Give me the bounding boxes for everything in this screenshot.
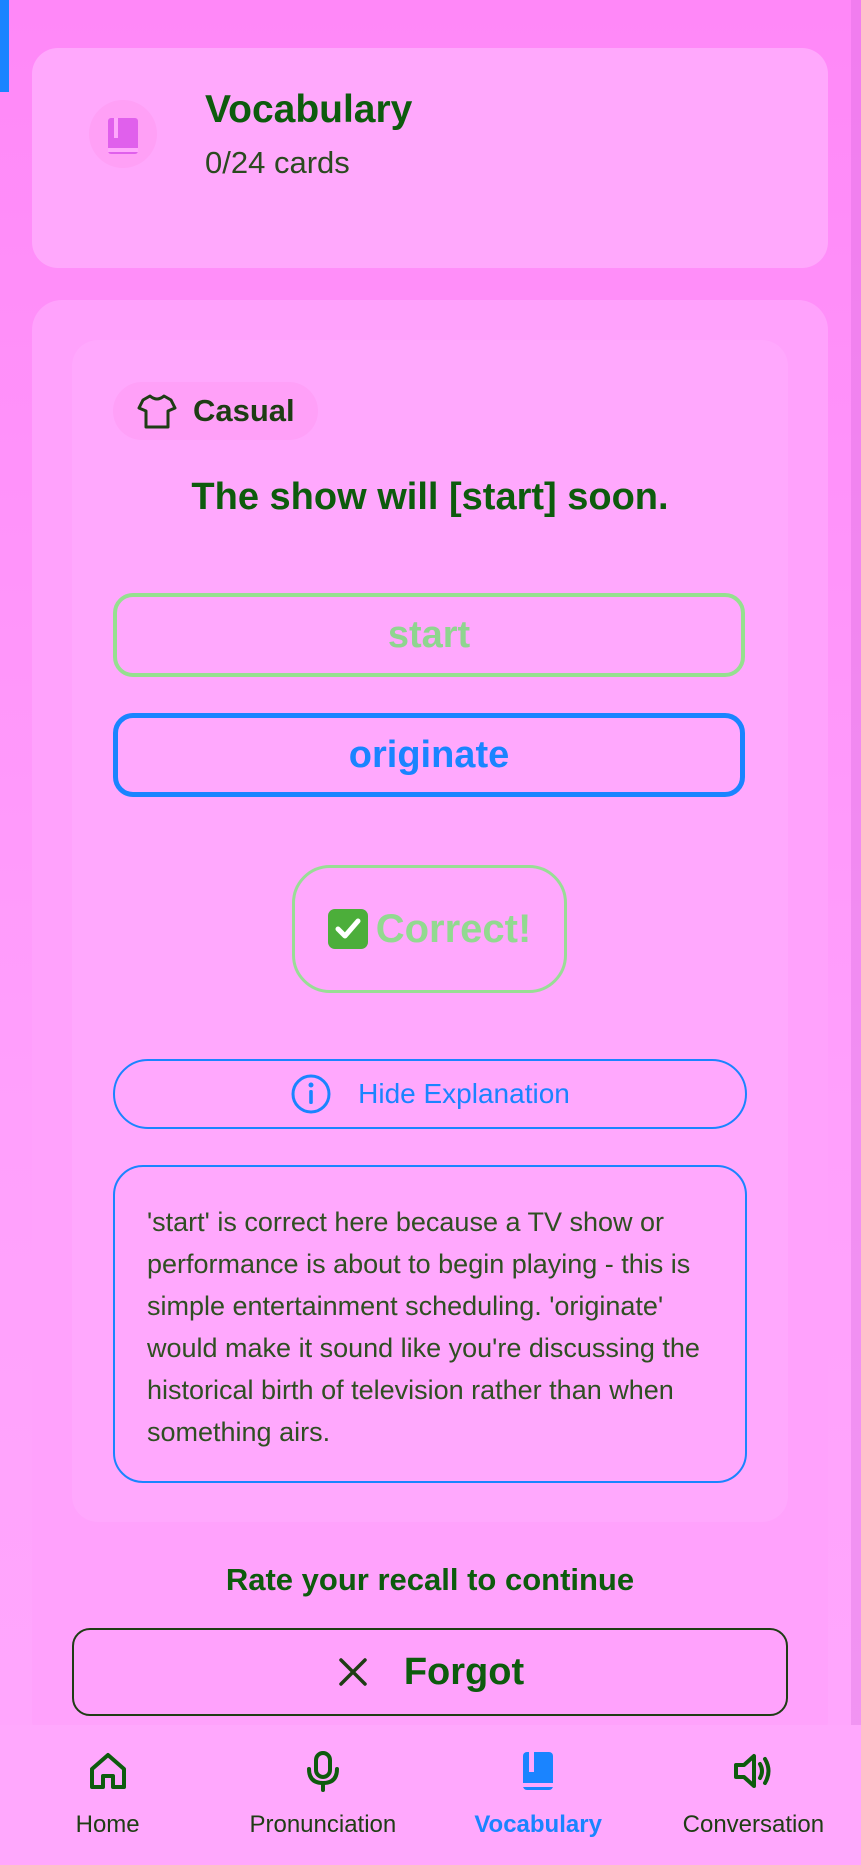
speaker-icon (731, 1749, 775, 1793)
nav-item-home[interactable]: Home (0, 1725, 215, 1865)
edge-indicator (0, 0, 9, 92)
info-icon (290, 1073, 332, 1115)
nav-label-home: Home (75, 1811, 140, 1838)
nav-label-pronunciation: Pronunciation (249, 1811, 397, 1838)
home-icon (86, 1749, 130, 1793)
nav-label-conversation: Conversation (682, 1811, 825, 1838)
book-icon (516, 1749, 560, 1793)
microphone-icon (301, 1749, 345, 1793)
nav-label-vocabulary: Vocabulary (474, 1811, 602, 1838)
card-count: 0/24 cards (205, 145, 350, 180)
nav-item-pronunciation[interactable]: Pronunciation (215, 1725, 430, 1865)
close-icon (336, 1655, 370, 1689)
bottom-navigation: Home Pronunciation Vocabulary Conversati… (0, 1725, 861, 1865)
explanation-panel: 'start' is correct here because a TV sho… (113, 1165, 747, 1483)
scroll-edge (851, 0, 861, 1725)
rate-recall-prompt: Rate your recall to continue (225, 1562, 635, 1597)
deck-title: Vocabulary (205, 88, 413, 131)
result-badge: Correct! (292, 865, 567, 993)
check-mark-icon (327, 909, 368, 949)
answer-option-start[interactable]: start (113, 593, 745, 677)
forgot-label: Forgot (403, 1650, 525, 1693)
explanation-text: 'start' is correct here because a TV sho… (147, 1207, 700, 1447)
register-tag: Casual (113, 382, 318, 440)
tshirt-icon (137, 391, 177, 431)
hide-explanation-label: Hide Explanation (358, 1078, 570, 1109)
answer-option-originate[interactable]: originate (113, 713, 745, 797)
tag-label: Casual (193, 393, 295, 428)
hide-explanation-button[interactable]: Hide Explanation (113, 1059, 747, 1129)
book-icon (88, 90, 158, 178)
forgot-button[interactable]: Forgot (72, 1628, 788, 1716)
nav-item-conversation[interactable]: Conversation (646, 1725, 861, 1865)
nav-item-vocabulary[interactable]: Vocabulary (431, 1725, 646, 1865)
result-label: Correct! (375, 906, 532, 951)
question-sentence: The show will [start] soon. (191, 476, 669, 518)
